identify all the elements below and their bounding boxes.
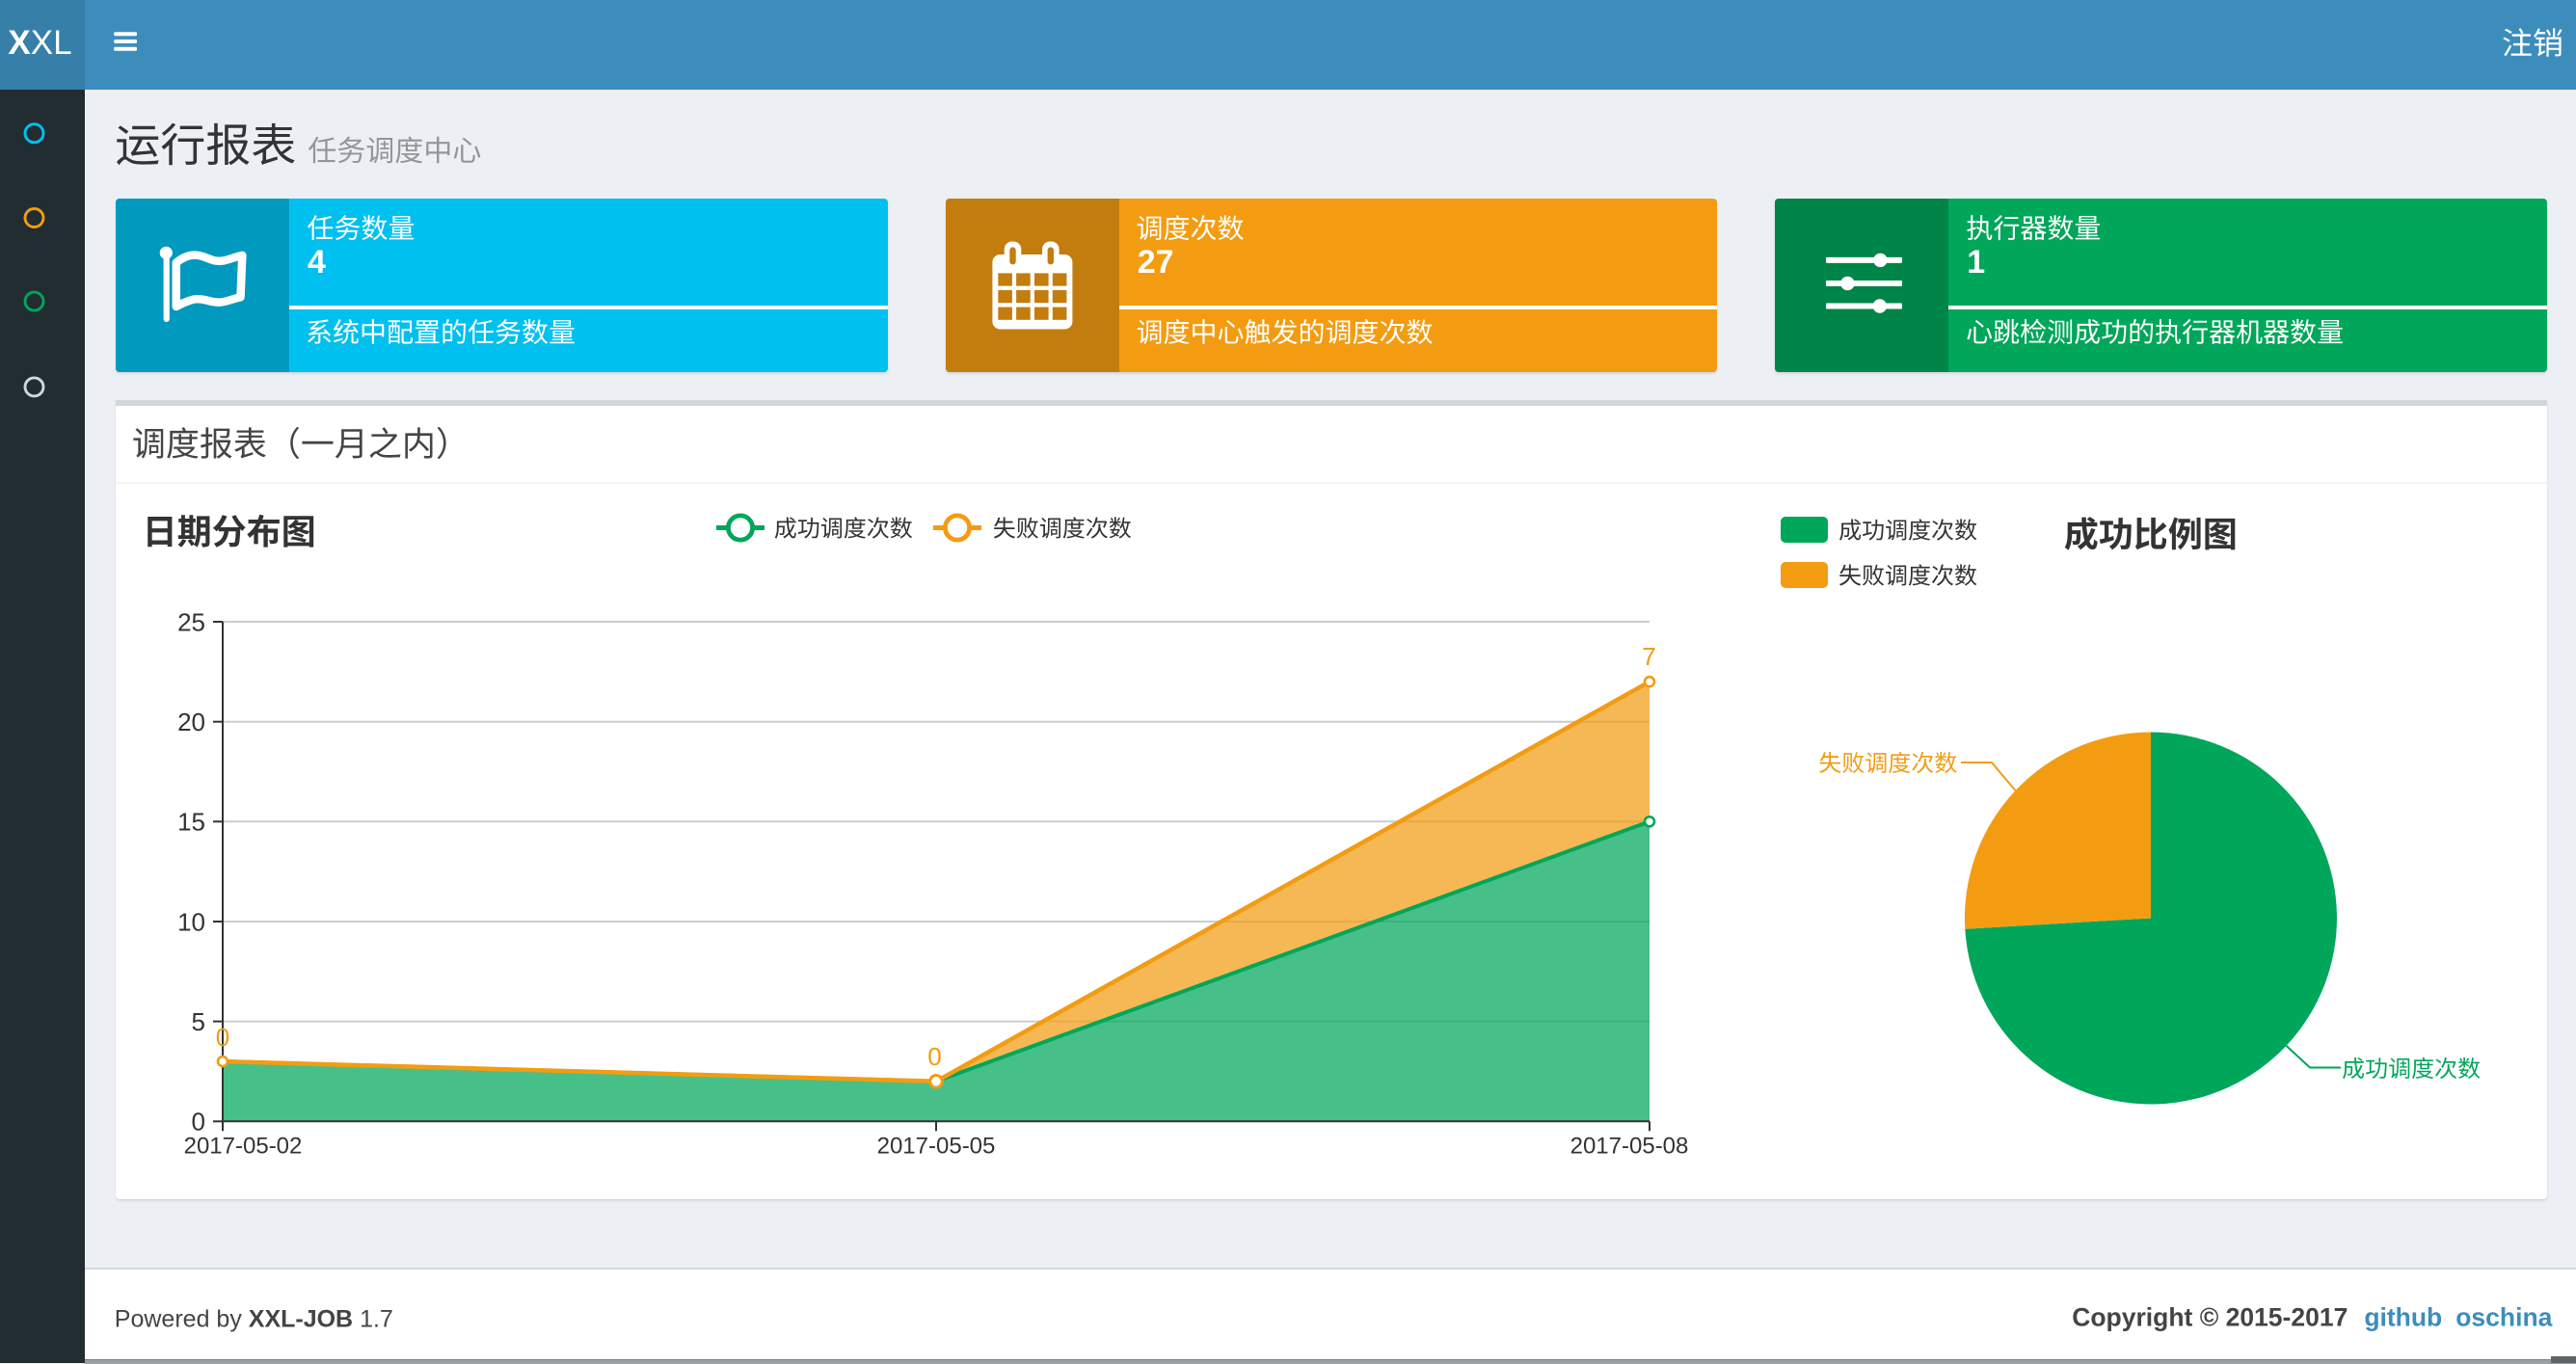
svg-text:2017-05-08: 2017-05-08 [1570, 1134, 1689, 1160]
svg-text:Copyright © 2015-2017githubosc: Copyright © 2015-2017 github oschina [2072, 1303, 2552, 1332]
svg-text:1: 1 [1967, 244, 1985, 281]
svg-text:10: 10 [177, 907, 205, 936]
svg-text:4: 4 [308, 244, 326, 281]
svg-text:7: 7 [1642, 642, 1655, 671]
svg-text:2017-05-05: 2017-05-05 [877, 1134, 996, 1160]
svg-text:20: 20 [177, 708, 205, 736]
svg-text:27: 27 [1138, 244, 1174, 281]
svg-text:0: 0 [192, 1108, 205, 1137]
svg-text:5: 5 [192, 1007, 205, 1036]
svg-text:0: 0 [216, 1023, 229, 1052]
svg-text:2017-05-02: 2017-05-02 [184, 1134, 303, 1160]
svg-text:25: 25 [177, 607, 205, 636]
svg-text:0: 0 [927, 1042, 941, 1071]
svg-text:XXL: XXL [8, 24, 71, 62]
svg-text:15: 15 [177, 808, 205, 837]
svg-text:Powered by XXL-JOB 1.7: Powered by XXL-JOB 1.7 [115, 1306, 393, 1333]
